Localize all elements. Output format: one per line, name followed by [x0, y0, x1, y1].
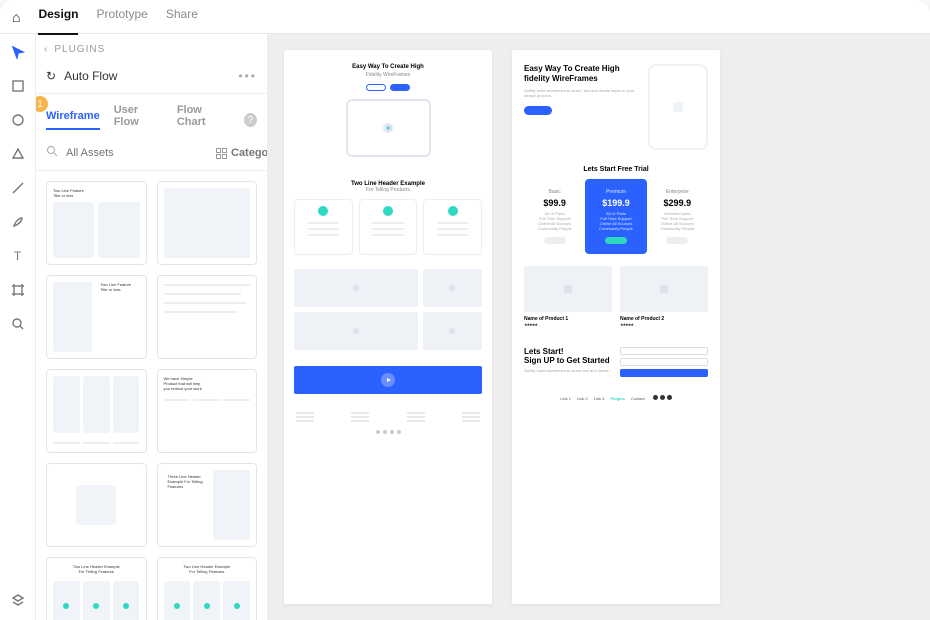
rectangle-tool-icon[interactable] [10, 78, 26, 94]
device-placeholder [648, 64, 708, 150]
plugin-name-label: Auto Flow [64, 69, 117, 83]
image-placeholder [294, 312, 418, 350]
feature-card[interactable] [294, 199, 353, 255]
wireframe-thumb[interactable]: Two Line Header ExampleFor Telling Featu… [46, 557, 147, 620]
canvas[interactable]: Easy Way To Create High Fidelity WireFra… [268, 34, 930, 620]
wireframe-thumb[interactable] [46, 463, 147, 547]
panel-header[interactable]: ‹ PLUGINS [36, 34, 267, 65]
panel-header-label: PLUGINS [54, 44, 105, 55]
plan-basic[interactable]: Basic$99.9All UI PartsFull Time SupportO… [524, 183, 585, 252]
section-subtitle: For Telling Products [284, 187, 492, 193]
ellipse-tool-icon[interactable] [10, 112, 26, 128]
pill-button[interactable] [366, 84, 386, 91]
tab-share[interactable]: Share [166, 7, 198, 27]
signup-input[interactable] [620, 358, 708, 366]
text-tool-icon[interactable]: T [10, 248, 26, 264]
pill-button[interactable] [390, 84, 410, 91]
tool-column: T [0, 34, 36, 620]
top-bar: ⌂ Design Prototype Share [0, 0, 930, 34]
play-icon [381, 373, 395, 387]
hero-subtitle: Fidelity WireFrames [304, 72, 472, 78]
wireframe-thumb[interactable] [46, 369, 147, 453]
home-icon[interactable]: ⌂ [12, 9, 20, 25]
page-dots [284, 430, 492, 442]
zoom-tool-icon[interactable] [10, 316, 26, 332]
panel-tab-userflow[interactable]: User Flow [114, 104, 163, 136]
asset-search-input[interactable] [66, 147, 208, 159]
cta-button[interactable] [524, 106, 552, 115]
artboard-tool-icon[interactable] [10, 282, 26, 298]
footer-brand: Plugins [610, 396, 624, 401]
product-card[interactable]: Name of Product 1★★★★★ [524, 266, 612, 327]
footer-columns [284, 404, 492, 430]
grid-icon [216, 148, 227, 159]
pen-tool-icon[interactable] [10, 214, 26, 230]
cta-banner[interactable] [294, 366, 482, 394]
polygon-tool-icon[interactable] [10, 146, 26, 162]
signup-title: Lets Start! [524, 347, 612, 356]
help-icon[interactable]: ? [244, 113, 257, 127]
plugin-panel: ‹ PLUGINS ↻ Auto Flow ••• 1 Wireframe Us… [36, 34, 268, 620]
line-tool-icon[interactable] [10, 180, 26, 196]
plan-premium[interactable]: Premium$199.9All UI PartsFull Time Suppo… [585, 179, 646, 254]
hero-title: Easy Way To Create High [304, 64, 472, 70]
tab-design[interactable]: Design [38, 7, 78, 27]
image-placeholder [423, 312, 482, 350]
layers-icon[interactable] [10, 592, 26, 608]
social-icons[interactable] [651, 395, 672, 401]
feature-card[interactable] [423, 199, 482, 255]
wireframe-thumb[interactable] [157, 181, 258, 265]
footer: Link 1 Link 2 Link 3 Plugins Contact [512, 389, 720, 411]
play-icon [383, 123, 393, 133]
wireframe-thumb[interactable]: We have SimpleProduct that will helpyou … [157, 369, 258, 453]
signup-desc: Swiftly build wireframes to share test a… [524, 368, 612, 373]
wireframe-thumb[interactable]: Two Line FeatureTitle or less [46, 181, 147, 265]
footer-link[interactable]: Link 2 [577, 396, 588, 401]
feature-card[interactable] [359, 199, 418, 255]
plugin-name-row[interactable]: ↻ Auto Flow [46, 69, 117, 83]
wireframe-thumb[interactable]: Two Line FeatureTitle or less [46, 275, 147, 359]
signup-subtitle: Sign UP to Get Started [524, 356, 612, 365]
video-placeholder[interactable] [346, 99, 431, 157]
image-placeholder [294, 269, 418, 307]
select-tool-icon[interactable] [10, 44, 26, 60]
image-placeholder [423, 269, 482, 307]
hero-title: Easy Way To Create High fidelity WireFra… [524, 64, 638, 84]
pricing-title: Lets Start Free Trial [512, 160, 720, 179]
plan-enterprise[interactable]: Enterprise$299.9Unlimited partsFull Time… [647, 183, 708, 252]
wireframe-thumb[interactable]: Three Line HeaderExample For TellingFeat… [157, 463, 258, 547]
autoflow-icon: ↻ [46, 69, 56, 83]
wireframe-thumb[interactable] [157, 275, 258, 359]
footer-link[interactable]: Contact [631, 396, 645, 401]
more-dots-icon[interactable]: ••• [238, 69, 257, 83]
product-card[interactable]: Name of Product 2★★★★★ [620, 266, 708, 327]
thumbnail-grid: Two Line FeatureTitle or less Two Line F… [36, 171, 267, 620]
artboard-1[interactable]: Easy Way To Create High Fidelity WireFra… [284, 50, 492, 604]
hero-body: Swiftly build wireframes to share, test … [524, 88, 638, 98]
tab-prototype[interactable]: Prototype [96, 7, 147, 27]
signup-input[interactable] [620, 347, 708, 355]
wireframe-thumb[interactable]: Two Line Header ExampleFor Telling Featu… [157, 557, 258, 620]
footer-link[interactable]: Link 3 [594, 396, 605, 401]
back-chevron-icon[interactable]: ‹ [44, 44, 48, 55]
footer-link[interactable]: Link 1 [560, 396, 571, 401]
categories-button[interactable]: Categories [216, 147, 268, 159]
panel-tab-flowchart[interactable]: Flow Chart [177, 104, 230, 136]
search-icon [46, 144, 58, 162]
artboard-2[interactable]: Easy Way To Create High fidelity WireFra… [512, 50, 720, 604]
signup-submit-button[interactable] [620, 369, 708, 377]
panel-tab-wireframe[interactable]: Wireframe [46, 110, 100, 130]
categories-label: Categories [231, 147, 268, 159]
